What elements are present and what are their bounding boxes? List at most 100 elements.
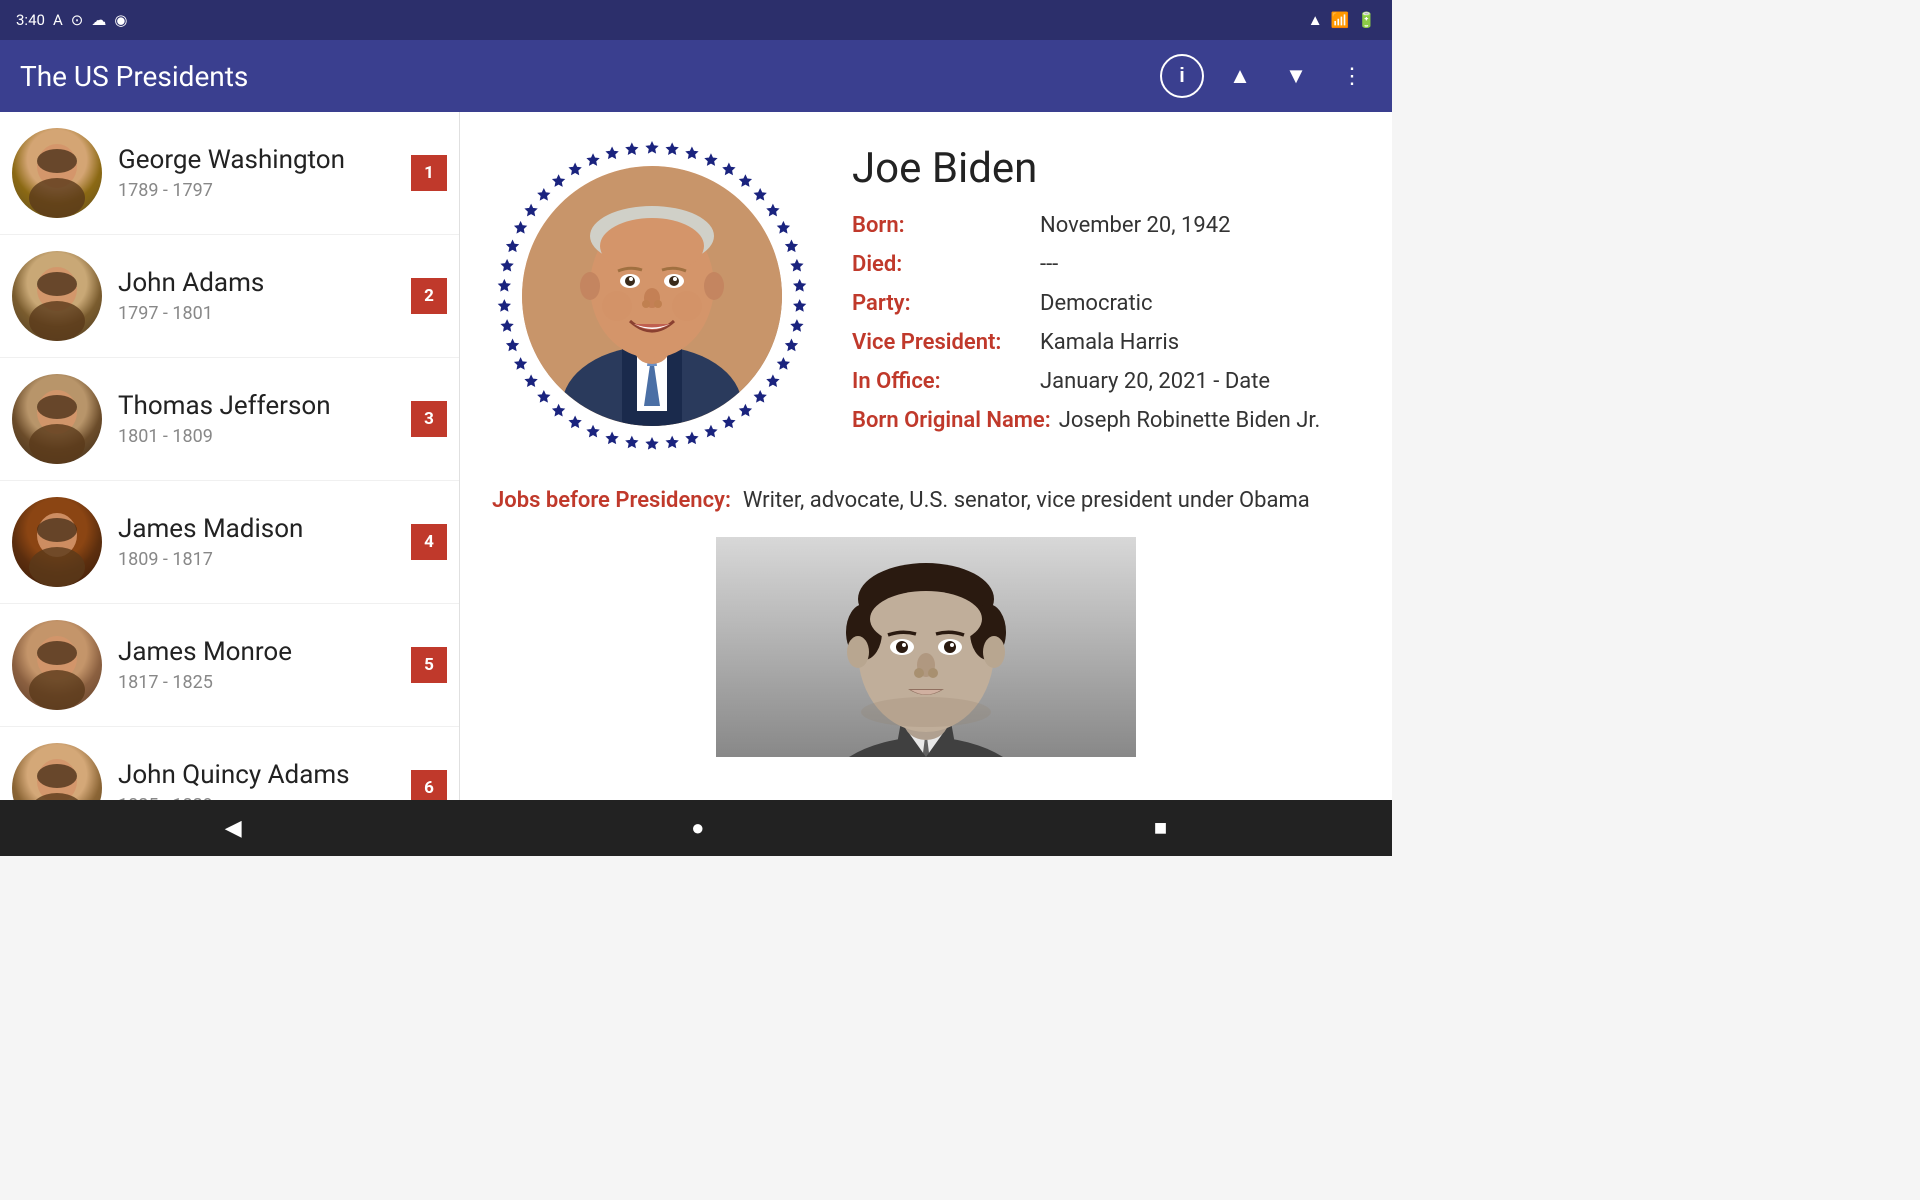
president-name: George Washington [118,145,395,176]
detail-field-value: --- [1040,252,1058,277]
star-icon [524,374,537,387]
star-icon [568,163,581,176]
star-icon [498,299,511,312]
president-list-item[interactable]: Thomas Jefferson 1801 - 1809 3 [0,358,459,481]
jobs-value: Writer, advocate, U.S. senator, vice pre… [743,488,1310,513]
star-icon [790,259,803,272]
home-button[interactable]: ● [651,807,744,849]
detail-field-label: In Office: [852,369,1032,394]
status-left: 3:40 A ⊙ ☁ ◉ [16,11,127,29]
president-list-item[interactable]: James Madison 1809 - 1817 4 [0,481,459,604]
star-icon [586,153,599,166]
president-avatar [12,497,102,587]
detail-field-label: Born: [852,213,1032,238]
wifi-icon: ▲ [1308,11,1323,29]
star-icon [568,415,581,428]
main-content: George Washington 1789 - 1797 1 John Ada… [0,112,1392,800]
detail-field-label: Born Original Name: [852,408,1051,433]
president-years: 1797 - 1801 [118,303,395,324]
detail-fields: Born: November 20, 1942 Died: --- Party:… [852,213,1360,433]
app-bar: The US Presidents i ▲ ▼ ⋮ [0,40,1392,112]
star-icon [777,221,790,234]
down-button[interactable]: ▼ [1276,56,1316,96]
president-number: 3 [411,401,447,437]
star-icon [645,437,658,450]
president-list-item[interactable]: John Adams 1797 - 1801 2 [0,235,459,358]
info-button[interactable]: i [1160,54,1204,98]
star-icon [685,432,698,445]
portrait-container: // Will be rendered via the script below [492,136,812,456]
star-icon [739,404,752,417]
president-number: 4 [411,524,447,560]
president-years: 1801 - 1809 [118,426,395,447]
star-icon [506,339,519,352]
detail-field-row: Vice President: Kamala Harris [852,330,1360,355]
star-icon [785,239,798,252]
star-icon [665,142,678,155]
star-icon [793,279,806,292]
star-icon [500,259,513,272]
detail-field-value: Joseph Robinette Biden Jr. [1059,408,1321,433]
young-portrait-svg [716,537,1136,757]
star-icon [704,425,717,438]
star-icon [754,188,767,201]
president-info: George Washington 1789 - 1797 [118,145,395,201]
back-button[interactable]: ◀ [185,807,282,849]
president-info: James Madison 1809 - 1817 [118,514,395,570]
president-name: James Monroe [118,637,395,668]
detail-name: Joe Biden [852,144,1360,193]
recent-button[interactable]: ■ [1114,807,1207,849]
status-time: 3:40 [16,11,45,29]
president-portrait [522,166,782,426]
star-icon [645,141,658,154]
star-icon [586,425,599,438]
president-avatar [12,743,102,800]
star-icon [524,204,537,217]
signal-icon: 📶 [1331,11,1350,29]
president-years: 1817 - 1825 [118,672,395,693]
president-info: John Quincy Adams 1825 - 1829 [118,760,395,800]
president-avatar [12,251,102,341]
star-icon [785,339,798,352]
detail-field-row: Born: November 20, 1942 [852,213,1360,238]
president-name: John Quincy Adams [118,760,395,791]
star-icon [793,299,806,312]
president-info: John Adams 1797 - 1801 [118,268,395,324]
detail-field-row: In Office: January 20, 2021 - Date [852,369,1360,394]
president-number: 6 [411,770,447,800]
president-list-item[interactable]: James Monroe 1817 - 1825 5 [0,604,459,727]
detail-field-label: Died: [852,252,1032,277]
status-right: ▲ 📶 🔋 [1308,11,1376,29]
star-icon [506,239,519,252]
star-icon [605,432,618,445]
president-years: 1809 - 1817 [118,549,395,570]
star-icon [685,146,698,159]
president-name: Thomas Jefferson [118,391,395,422]
detail-field-value: Kamala Harris [1040,330,1179,355]
app-bar-actions: i ▲ ▼ ⋮ [1160,54,1372,98]
detail-field-value: Democratic [1040,291,1153,316]
more-button[interactable]: ⋮ [1332,56,1372,96]
president-list-item[interactable]: George Washington 1789 - 1797 1 [0,112,459,235]
star-icon [514,221,527,234]
detail-field-value: January 20, 2021 - Date [1040,369,1270,394]
detail-top: // Will be rendered via the script below [492,136,1360,456]
detail-field-row: Born Original Name: Joseph Robinette Bid… [852,408,1360,433]
star-icon [537,188,550,201]
detail-field-value: November 20, 1942 [1040,213,1230,238]
president-list: George Washington 1789 - 1797 1 John Ada… [0,112,460,800]
president-list-item[interactable]: John Quincy Adams 1825 - 1829 6 [0,727,459,800]
star-icon [722,163,735,176]
secondary-photo [716,537,1136,757]
app-title: The US Presidents [20,60,248,93]
president-avatar [12,620,102,710]
president-years: 1789 - 1797 [118,180,395,201]
star-icon [552,174,565,187]
star-icon [537,390,550,403]
president-info: James Monroe 1817 - 1825 [118,637,395,693]
president-number: 1 [411,155,447,191]
jobs-label: Jobs before Presidency: [492,488,731,513]
president-number: 2 [411,278,447,314]
up-button[interactable]: ▲ [1220,56,1260,96]
star-icon [552,404,565,417]
